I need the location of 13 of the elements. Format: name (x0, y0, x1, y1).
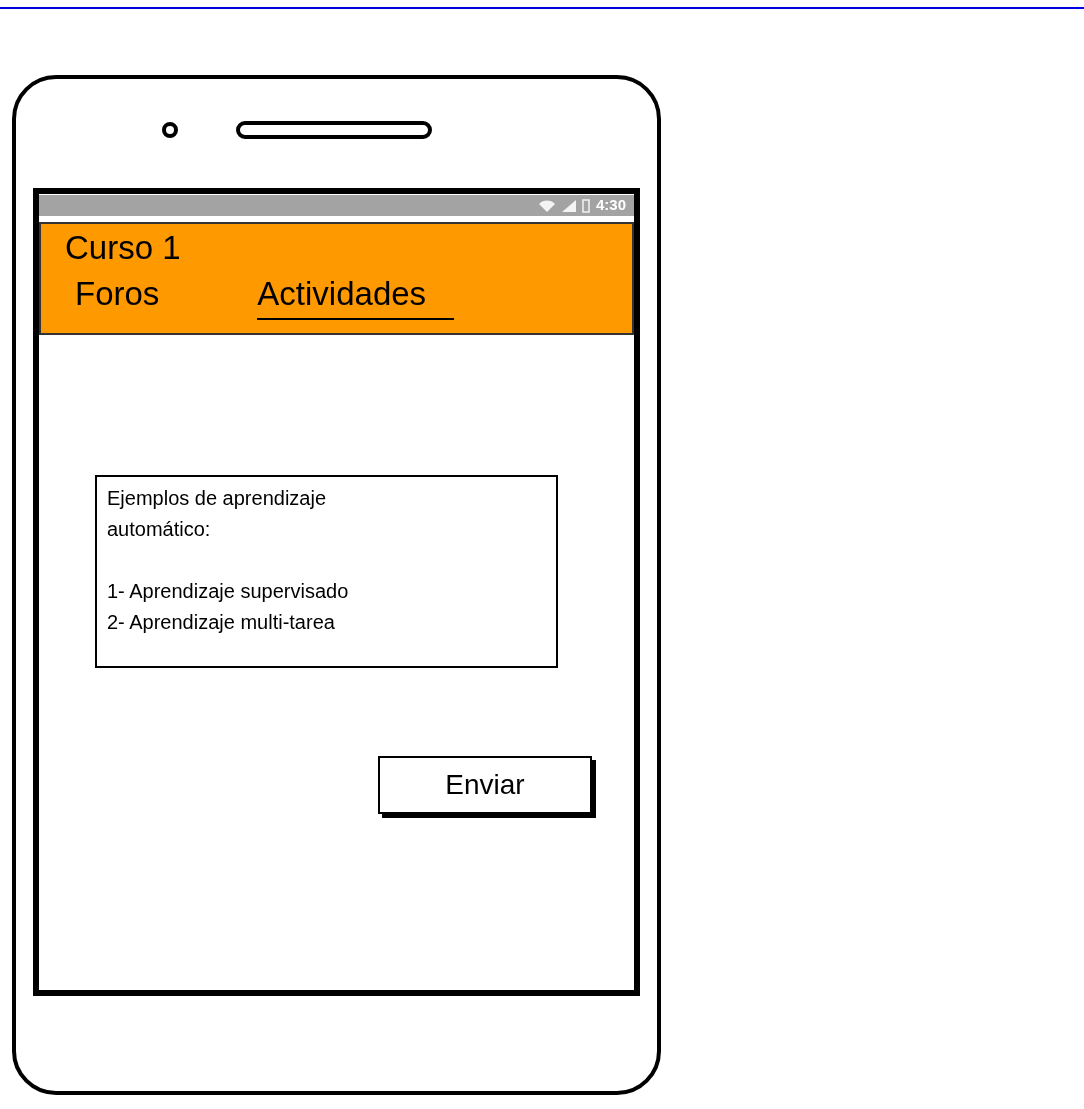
text-line: Ejemplos de aprendizaje (107, 486, 328, 511)
course-title: Curso 1 (65, 228, 182, 268)
battery-icon (581, 198, 590, 213)
speaker-icon (235, 121, 432, 139)
camera-icon (161, 122, 178, 138)
text-line: 2- Aprendizaje multi-tarea (107, 610, 336, 635)
tab[interactable]: Actividades (257, 274, 455, 320)
wifi-icon (537, 199, 556, 212)
signal-icon (561, 199, 576, 212)
tab[interactable]: Foros (75, 274, 160, 320)
clock-text: 4:30 (595, 195, 626, 216)
text-line: 1- Aprendizaje supervisado (107, 579, 350, 604)
text-line: automático: (107, 517, 212, 542)
